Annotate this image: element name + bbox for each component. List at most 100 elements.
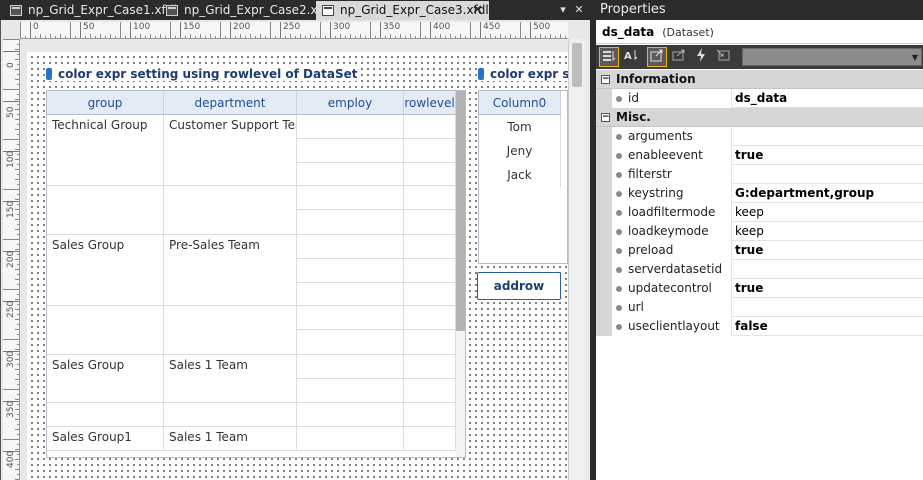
property-row[interactable]: url [596,298,923,317]
grid-header-group[interactable]: group [47,91,164,115]
import-icon[interactable] [713,47,733,67]
property-value[interactable]: G:department,group [735,184,923,203]
grid-cell-rowlevel[interactable] [404,186,456,210]
close-all-icon[interactable]: ✕ [572,1,586,19]
tab-close-icon[interactable]: ✕ [472,1,483,20]
property-row[interactable]: preload true [596,241,923,260]
property-row[interactable]: useclientlayout false [596,317,923,336]
list-item[interactable]: Jack [479,163,561,187]
property-row[interactable]: arguments [596,127,923,146]
tab-case2[interactable]: np_Grid_Expr_Case2.xfdl [160,1,333,20]
grid-employees[interactable]: group department employ rowlevel Technic… [46,90,466,458]
list-item[interactable]: Tom [479,115,561,139]
grid-header-rowlevel[interactable]: rowlevel [404,91,456,115]
grid-cell-group[interactable]: Sales Group [47,355,164,403]
grid-cell-department[interactable]: Pre-Sales Team [164,235,297,306]
property-value[interactable]: keep [735,222,923,241]
property-value[interactable]: keep [735,203,923,222]
grid-cell-department[interactable] [164,306,297,355]
property-value[interactable] [735,260,923,279]
addrow-button[interactable]: addrow [477,272,561,300]
grid-cell-employ[interactable] [297,210,404,235]
grid-cell-group[interactable] [47,186,164,235]
grid-cell-employ[interactable] [297,235,404,259]
property-row[interactable]: keystring G:department,group [596,184,923,203]
grid-cell-rowlevel[interactable] [404,330,456,355]
grid-cell-rowlevel[interactable] [404,283,456,306]
grid-scrollbar[interactable] [456,91,465,457]
properties-icon[interactable] [647,47,667,67]
grid-cell-employ[interactable] [297,427,404,451]
property-row[interactable]: serverdatasetid [596,260,923,279]
property-row[interactable]: id ds_data [596,89,923,108]
grid-header-employ[interactable]: employ [297,91,404,115]
grid-cell-rowlevel[interactable] [404,235,456,259]
object-selector[interactable]: ds_data (Dataset) [596,20,923,44]
grid-cell-rowlevel[interactable] [404,139,456,163]
tab-case3[interactable]: np_Grid_Expr_Case3.xfdl ✕ [316,1,489,20]
sort-alpha-icon[interactable]: A [621,47,641,67]
grid-header-column0[interactable]: Column0 [479,91,561,115]
property-value[interactable]: ds_data [735,89,923,108]
grid-cell-rowlevel[interactable] [404,306,456,330]
property-value[interactable]: true [735,146,923,165]
grid-cell-rowlevel[interactable] [404,379,456,403]
list-item[interactable]: Jeny [479,139,561,163]
form-canvas[interactable]: color expr setting using rowlevel of Dat… [27,52,573,480]
collapse-icon[interactable]: − [601,113,610,122]
grid-cell-group[interactable]: Technical Group [47,115,164,186]
grid-cell-employ[interactable] [297,259,404,283]
grid-cell-rowlevel[interactable] [404,427,456,451]
grid-cell-employ[interactable] [297,139,404,163]
tab-list-dropdown-icon[interactable]: ▾ [556,1,570,19]
property-value[interactable]: true [735,279,923,298]
designer-vertical-scrollbar[interactable] [568,39,585,480]
grid-cell-department[interactable] [164,403,297,427]
grid-cell-rowlevel[interactable] [404,115,456,139]
grid-cell-rowlevel[interactable] [404,259,456,283]
designer-scroll-thumb[interactable] [572,43,582,87]
grid-cell-employ[interactable] [297,403,404,427]
tab-case1[interactable]: np_Grid_Expr_Case1.xfdl [4,1,177,20]
grid-cell-employ[interactable] [297,163,404,186]
grid-cell-department[interactable] [164,186,297,235]
grid-cell-employ[interactable] [297,355,404,379]
property-category[interactable]: − Misc. [596,108,923,127]
grid-cell-rowlevel[interactable] [404,355,456,379]
grid-cell-group[interactable]: Sales Group [47,235,164,306]
grid-cell-employ[interactable] [297,306,404,330]
grid-cell-rowlevel[interactable] [404,210,456,235]
export-icon[interactable] [669,47,689,67]
grid-cell-department[interactable]: Customer Support Tea [164,115,297,186]
grid-cell-rowlevel[interactable] [404,163,456,186]
property-row[interactable]: updatecontrol true [596,279,923,298]
property-value[interactable] [735,298,923,317]
property-value[interactable] [735,127,923,146]
grid-cell-group[interactable] [47,306,164,355]
property-category[interactable]: − Information [596,70,923,89]
property-value[interactable] [735,165,923,184]
grid-cell-rowlevel[interactable] [404,403,456,427]
grid-scroll-thumb[interactable] [456,91,465,331]
grid-cell-group[interactable] [47,403,164,427]
property-row[interactable]: loadfiltermode keep [596,203,923,222]
grid-header-department[interactable]: department [164,91,297,115]
property-filter-dropdown[interactable]: ▼ [742,48,922,66]
collapse-icon[interactable]: − [601,75,610,84]
sort-category-icon[interactable] [599,47,619,67]
property-row[interactable]: filterstr [596,165,923,184]
property-value[interactable]: true [735,241,923,260]
grid-cell-employ[interactable] [297,186,404,210]
grid-cell-employ[interactable] [297,283,404,306]
grid-cell-department[interactable]: Sales 1 Team [164,355,297,403]
grid-names[interactable]: Column0 Tom Jeny Jack [478,90,568,264]
property-value[interactable]: false [735,317,923,336]
property-row[interactable]: loadkeymode keep [596,222,923,241]
grid-cell-employ[interactable] [297,330,404,355]
grid-cell-group[interactable]: Sales Group1 [47,427,164,451]
property-row[interactable]: enableevent true [596,146,923,165]
grid-cell-employ[interactable] [297,379,404,403]
grid-cell-department[interactable]: Sales 1 Team [164,427,297,451]
grid-cell-employ[interactable] [297,115,404,139]
event-icon[interactable] [691,47,711,67]
